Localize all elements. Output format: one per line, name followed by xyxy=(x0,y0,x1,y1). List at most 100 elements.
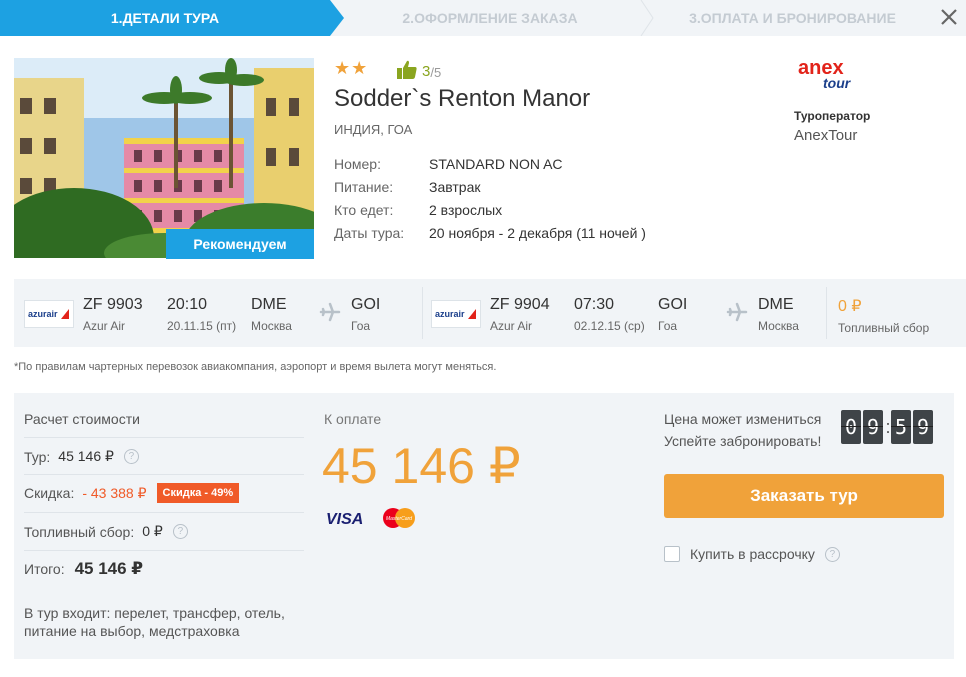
destination: GOI Гоа xyxy=(351,296,380,333)
order-tour-button[interactable]: Заказать тур xyxy=(664,474,944,518)
airport-code: DME xyxy=(251,296,287,313)
rating-value: 3 xyxy=(422,63,431,80)
installment-label[interactable]: Купить в рассрочку xyxy=(690,546,815,562)
detail-value: 2 взрослых xyxy=(429,201,503,218)
hotel-photo[interactable] xyxy=(14,58,314,258)
fuel-label: Топливный сбор xyxy=(838,321,930,335)
airline-name: Azur Air xyxy=(83,319,126,333)
calc-title: Расчет стоимости xyxy=(24,411,140,427)
divider xyxy=(24,550,304,551)
hurry-text: Успейте забронировать! xyxy=(664,433,822,449)
price-change-note: Цена может измениться Успейте заброниров… xyxy=(664,408,821,452)
discount-badge: Скидка - 49% xyxy=(156,483,240,503)
timer-digit: 0 xyxy=(841,410,861,444)
date: 02.12.15 (ср) xyxy=(574,319,645,333)
question-icon[interactable]: ? xyxy=(172,524,188,539)
charter-note: *По правилам чартерных перевозок авиаком… xyxy=(14,361,497,373)
rating-max: /5 xyxy=(430,65,442,80)
tour-includes: В тур входит: перелет, трансфер, отель, … xyxy=(24,605,285,639)
airline-logo-text: azurair xyxy=(435,309,465,319)
total-label: Итого: xyxy=(24,561,65,577)
hotel-rating: 3 /5 xyxy=(396,60,441,80)
installment-option[interactable]: Купить в рассрочку ? xyxy=(664,546,840,562)
hotel-stars: ★★ xyxy=(334,58,369,78)
divider xyxy=(422,287,423,339)
question-icon[interactable]: ? xyxy=(123,449,139,464)
hotel-name[interactable]: Sodder`s Renton Manor xyxy=(334,85,590,113)
timer-digit: 9 xyxy=(913,410,933,444)
detail-room: Номер: STANDARD NON AC xyxy=(334,152,646,175)
divider xyxy=(24,512,304,513)
timer-digit: 9 xyxy=(863,410,883,444)
detail-dates: Даты тура: 20 ноября - 2 декабря (11 ноче… xyxy=(334,221,646,244)
operator-label: Туроператор xyxy=(794,109,871,123)
plane-icon xyxy=(319,302,341,322)
detail-label: Даты тура: xyxy=(334,224,405,241)
flights-bar: azurair ZF 9903 Azur Air 20:10 20.11.15 (п… xyxy=(14,279,966,347)
discount-row: Скидка: - 43 388 ₽ Скидка - 49% xyxy=(24,483,240,503)
pay-label: К оплате xyxy=(324,411,382,427)
detail-label: Номер: xyxy=(334,155,381,172)
question-icon[interactable]: ? xyxy=(824,546,840,562)
fuel-charge: 0 ₽ Топливный сбор xyxy=(838,296,929,335)
hotel-location: ИНДИЯ, ГОА xyxy=(334,122,413,137)
flight-no: ZF 9904 xyxy=(490,296,550,313)
total-value: 45 146 ₽ xyxy=(74,559,144,578)
tour-value: 45 146 ₽ xyxy=(58,448,114,464)
price-panel: Расчет стоимости Тур: 45 146 ₽ ? Скидка:… xyxy=(14,393,954,659)
recommend-badge: Рекомендуем xyxy=(166,229,314,259)
fuel-value: 0 ₽ xyxy=(142,523,163,539)
discount-label: Скидка: xyxy=(24,485,75,501)
countdown-timer: 0 9 : 5 9 xyxy=(841,410,935,444)
fuel-label: Топливный сбор: xyxy=(24,523,135,540)
divider xyxy=(24,437,304,438)
flight-number: ZF 9903 Azur Air xyxy=(83,296,143,333)
time: 20:10 xyxy=(167,296,208,313)
origin: GOI Гоа xyxy=(658,296,687,333)
azurair-logo: azurair xyxy=(24,300,74,328)
airline-logo-text: azurair xyxy=(28,309,58,319)
detail-label: Кто едет: xyxy=(334,201,394,218)
tour-price-row: Тур: 45 146 ₽ ? xyxy=(24,448,139,465)
close-icon[interactable] xyxy=(938,6,960,28)
step-details[interactable]: 1.Детали тура xyxy=(0,0,344,36)
tour-label: Тур: xyxy=(24,448,51,465)
azurair-logo: azurair xyxy=(431,300,481,328)
step-order[interactable]: 2.Оформление заказа xyxy=(330,0,650,36)
departure-time: 20:10 20.11.15 (пт) xyxy=(167,296,236,333)
detail-value: STANDARD NON AC xyxy=(429,155,563,172)
airport-code: DME xyxy=(758,296,794,313)
operator-logo: anex tour xyxy=(796,57,856,99)
airport-code: GOI xyxy=(658,296,688,313)
city: Москва xyxy=(251,319,292,333)
fuel-price: 0 ₽ xyxy=(838,298,862,315)
city: Гоа xyxy=(658,319,678,333)
flight-no: ZF 9903 xyxy=(83,296,143,313)
airline-name: Azur Air xyxy=(490,319,533,333)
city: Москва xyxy=(758,319,799,333)
discount-value: - 43 388 ₽ xyxy=(82,484,147,501)
checkout-steps: 1.Детали тура 2.Оформление заказа 3.Опла… xyxy=(0,0,966,36)
origin: DME Москва xyxy=(251,296,292,333)
total-row: Итого: 45 146 ₽ xyxy=(24,559,143,579)
detail-value: 20 ноября - 2 декабря (11 ночей ) xyxy=(429,224,646,241)
destination: DME Москва xyxy=(758,296,799,333)
step-payment[interactable]: 3.Оплата и бронирование xyxy=(650,0,935,36)
plane-icon xyxy=(726,302,748,322)
detail-value: Завтрак xyxy=(429,178,481,195)
city: Гоа xyxy=(351,319,371,333)
visa-text: VISA xyxy=(326,511,363,527)
time: 07:30 xyxy=(574,296,615,313)
mastercard-text: MasterCard xyxy=(386,516,412,522)
airport-code: GOI xyxy=(351,296,381,313)
mastercard-icon: MasterCard xyxy=(383,508,415,528)
price-may-change: Цена может измениться xyxy=(664,411,822,427)
detail-meal: Питание: Завтрак xyxy=(334,175,646,198)
installment-checkbox[interactable] xyxy=(664,546,680,562)
timer-digit: 5 xyxy=(891,410,911,444)
date: 20.11.15 (пт) xyxy=(167,319,237,333)
tour-details: Номер: STANDARD NON AC Питание: Завтрак Кт… xyxy=(334,152,646,244)
visa-icon: VISA xyxy=(326,511,363,527)
detail-travelers: Кто едет: 2 взрослых xyxy=(334,198,646,221)
pay-amount: 45 146 ₽ xyxy=(322,438,521,494)
